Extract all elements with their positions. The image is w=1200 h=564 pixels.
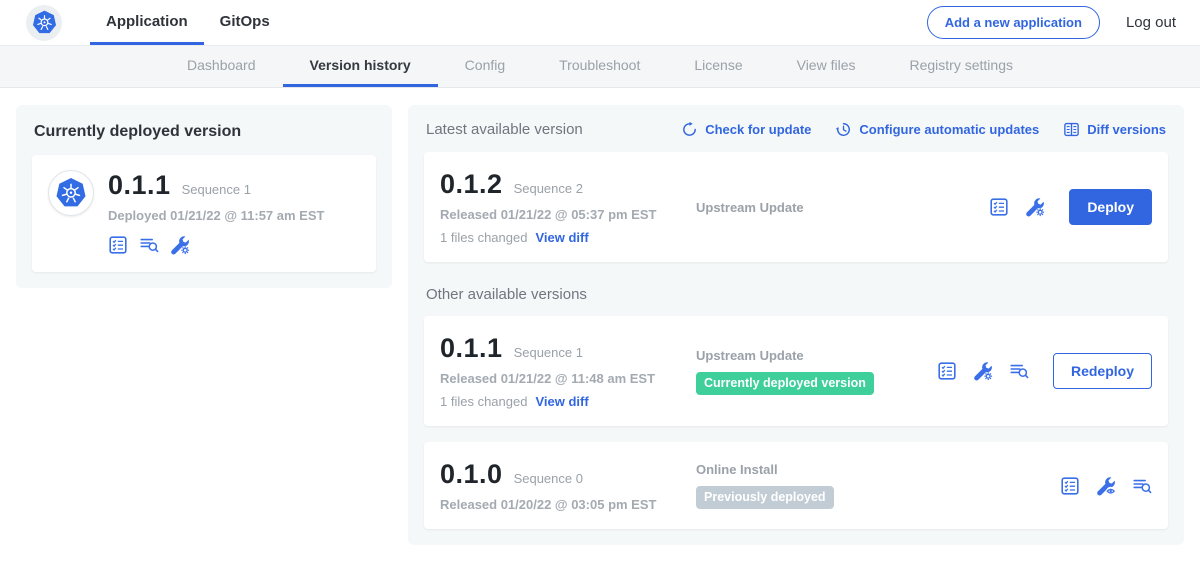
other-available-title: Other available versions [426, 286, 1166, 303]
released-timestamp: Released 01/21/22 @ 05:37 pm EST [440, 207, 696, 222]
wrench-gear-icon[interactable] [170, 235, 190, 255]
wrench-gear-icon[interactable] [1025, 197, 1045, 217]
deployed-version-number: 0.1.1 [108, 170, 171, 201]
refresh-icon [681, 121, 698, 138]
configure-automatic-updates-label: Configure automatic updates [859, 122, 1039, 137]
version-source: Upstream Update [696, 348, 937, 363]
tab-gitops[interactable]: GitOps [204, 0, 286, 45]
logs-search-icon[interactable] [1009, 361, 1029, 381]
header-tabs: Application GitOps [90, 0, 286, 45]
view-diff-link[interactable]: View diff [535, 394, 588, 409]
currently-deployed-badge: Currently deployed version [696, 372, 874, 395]
view-diff-link[interactable]: View diff [535, 230, 588, 245]
currently-deployed-panel: Currently deployed version 0.1.1 Sequenc… [16, 105, 392, 288]
subnav-view-files[interactable]: View files [770, 46, 883, 87]
version-number: 0.1.1 [440, 333, 503, 364]
released-timestamp: Released 01/20/22 @ 03:05 pm EST [440, 497, 696, 512]
app-kubernetes-logo [48, 170, 94, 216]
subnav-license[interactable]: License [667, 46, 769, 87]
subnav-version-history[interactable]: Version history [283, 46, 438, 87]
version-number: 0.1.0 [440, 459, 503, 490]
diff-icon [1063, 121, 1080, 138]
files-changed-label: 1 files changed [440, 394, 527, 409]
tab-gitops-label: GitOps [220, 13, 270, 30]
version-number: 0.1.2 [440, 169, 503, 200]
version-sequence: Sequence 2 [514, 181, 583, 196]
released-timestamp: Released 01/21/22 @ 11:48 am EST [440, 371, 696, 386]
checklist-icon[interactable] [989, 197, 1009, 217]
version-card-0-1-0: 0.1.0 Sequence 0 Released 01/20/22 @ 03:… [424, 442, 1168, 529]
configure-automatic-updates-link[interactable]: Configure automatic updates [835, 121, 1039, 138]
app-header: Application GitOps Add a new application… [0, 0, 1200, 46]
diff-versions-label: Diff versions [1087, 122, 1166, 137]
wrench-eye-icon[interactable] [1096, 476, 1116, 496]
version-source: Online Install [696, 462, 1060, 477]
check-for-update-link[interactable]: Check for update [681, 121, 811, 138]
previously-deployed-badge: Previously deployed [696, 486, 834, 509]
wrench-gear-icon[interactable] [973, 361, 993, 381]
versions-panel: Latest available version Check for updat… [408, 105, 1184, 545]
tab-application[interactable]: Application [90, 0, 204, 45]
deployed-sequence: Sequence 1 [182, 182, 251, 197]
deployed-version-card: 0.1.1 Sequence 1 Deployed 01/21/22 @ 11:… [32, 155, 376, 272]
check-for-update-label: Check for update [705, 122, 811, 137]
version-sequence: Sequence 0 [514, 471, 583, 486]
version-source: Upstream Update [696, 200, 989, 215]
kubernetes-logo [26, 5, 62, 41]
deployed-timestamp: Deployed 01/21/22 @ 11:57 am EST [108, 208, 324, 223]
main-content: Currently deployed version 0.1.1 Sequenc… [0, 88, 1200, 562]
checklist-icon[interactable] [108, 235, 128, 255]
logs-search-icon[interactable] [139, 235, 159, 255]
subnav-config[interactable]: Config [438, 46, 532, 87]
clock-refresh-icon [835, 121, 852, 138]
diff-versions-link[interactable]: Diff versions [1063, 121, 1166, 138]
version-card-0-1-1: 0.1.1 Sequence 1 Released 01/21/22 @ 11:… [424, 316, 1168, 426]
version-card-0-1-2: 0.1.2 Sequence 2 Released 01/21/22 @ 05:… [424, 152, 1168, 262]
logs-search-icon[interactable] [1132, 476, 1152, 496]
checklist-icon[interactable] [1060, 476, 1080, 496]
app-subnav: Dashboard Version history Config Trouble… [0, 46, 1200, 88]
deploy-button[interactable]: Deploy [1069, 189, 1152, 225]
files-changed-label: 1 files changed [440, 230, 527, 245]
logout-button[interactable]: Log out [1126, 14, 1176, 31]
subnav-registry-settings[interactable]: Registry settings [883, 46, 1040, 87]
currently-deployed-title: Currently deployed version [34, 123, 376, 141]
latest-available-title: Latest available version [426, 121, 583, 138]
tab-application-label: Application [106, 13, 188, 30]
subnav-dashboard[interactable]: Dashboard [160, 46, 283, 87]
checklist-icon[interactable] [937, 361, 957, 381]
version-sequence: Sequence 1 [514, 345, 583, 360]
redeploy-button[interactable]: Redeploy [1053, 353, 1152, 389]
add-application-button[interactable]: Add a new application [927, 6, 1100, 39]
subnav-troubleshoot[interactable]: Troubleshoot [532, 46, 667, 87]
